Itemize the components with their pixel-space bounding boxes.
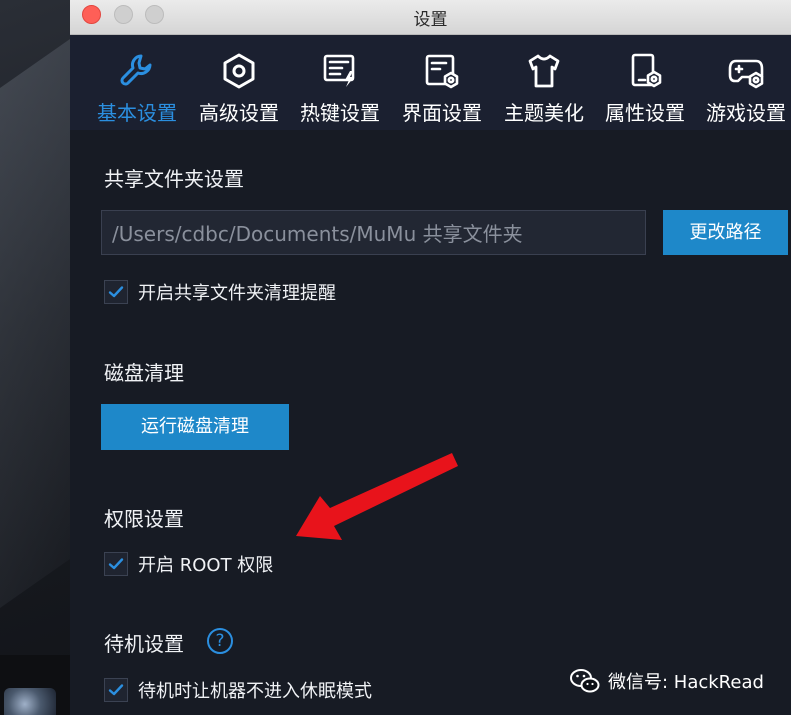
window-title: 设置 xyxy=(413,10,448,30)
tab-label: 游戏设置 xyxy=(706,101,786,125)
checkmark-icon xyxy=(108,684,124,696)
settings-tab-bar: 基本设置 高级设置 热键设置 界面设置 主题美化 属性设置 游戏设置 xyxy=(70,35,791,131)
tab-label: 属性设置 xyxy=(605,101,685,125)
run-disk-cleanup-button[interactable]: 运行磁盘清理 xyxy=(101,404,289,450)
screen-gear-icon xyxy=(390,51,494,91)
standby-title: 待机设置 xyxy=(104,632,184,656)
root-permission-option[interactable]: 开启 ROOT 权限 xyxy=(104,551,273,577)
tab-interface-settings[interactable]: 界面设置 xyxy=(390,35,494,130)
root-permission-checkbox[interactable] xyxy=(104,552,128,576)
checkmark-icon xyxy=(108,286,124,298)
cleanup-reminder-checkbox[interactable] xyxy=(104,280,128,304)
tab-label: 高级设置 xyxy=(199,101,279,125)
watermark: 微信号: HackRead xyxy=(570,666,764,696)
gamepad-icon xyxy=(694,51,791,91)
no-sleep-label: 待机时让机器不进入休眠模式 xyxy=(138,681,372,702)
tab-label: 热键设置 xyxy=(300,101,380,125)
tab-property-settings[interactable]: 属性设置 xyxy=(593,35,697,130)
change-path-button[interactable]: 更改路径 xyxy=(663,210,788,255)
tab-basic-settings[interactable]: 基本设置 xyxy=(85,35,189,130)
tab-theme[interactable]: 主题美化 xyxy=(492,35,596,130)
wrench-icon xyxy=(85,51,189,91)
root-permission-label: 开启 ROOT 权限 xyxy=(138,555,274,576)
desktop-background xyxy=(0,0,70,715)
help-icon[interactable]: ? xyxy=(207,628,233,654)
tab-advanced-settings[interactable]: 高级设置 xyxy=(187,35,291,130)
shared-folder-path-input[interactable] xyxy=(101,210,646,255)
no-sleep-option[interactable]: 待机时让机器不进入休眠模式 xyxy=(104,677,372,703)
tab-label: 基本设置 xyxy=(97,101,177,125)
disk-cleanup-title: 磁盘清理 xyxy=(104,361,184,385)
tab-label: 主题美化 xyxy=(504,101,584,125)
checkmark-icon xyxy=(108,558,124,570)
settings-window: 设置 基本设置 高级设置 热键设置 界面设置 主题美化 属性设置 游戏设置 共享… xyxy=(70,0,791,715)
tab-game-settings[interactable]: 游戏设置 xyxy=(694,35,791,130)
title-bar: 设置 xyxy=(70,0,791,35)
no-sleep-checkbox[interactable] xyxy=(104,678,128,702)
hexagon-icon xyxy=(187,51,291,91)
tab-hotkey-settings[interactable]: 热键设置 xyxy=(288,35,392,130)
tshirt-icon xyxy=(492,51,596,91)
permissions-title: 权限设置 xyxy=(104,507,184,531)
cleanup-reminder-label: 开启共享文件夹清理提醒 xyxy=(138,283,336,304)
tab-label: 界面设置 xyxy=(402,101,482,125)
cleanup-reminder-option[interactable]: 开启共享文件夹清理提醒 xyxy=(104,279,336,305)
wechat-icon xyxy=(570,669,600,693)
desktop-wallpaper-streak xyxy=(0,10,70,630)
shared-folder-title: 共享文件夹设置 xyxy=(104,167,244,191)
desktop-thumbnail[interactable] xyxy=(4,688,56,715)
settings-content: 共享文件夹设置 更改路径 开启共享文件夹清理提醒 磁盘清理 运行磁盘清理 权限设… xyxy=(70,130,791,715)
phone-gear-icon xyxy=(593,51,697,91)
keyboard-icon xyxy=(288,51,392,91)
watermark-text: 微信号: HackRead xyxy=(608,672,764,693)
